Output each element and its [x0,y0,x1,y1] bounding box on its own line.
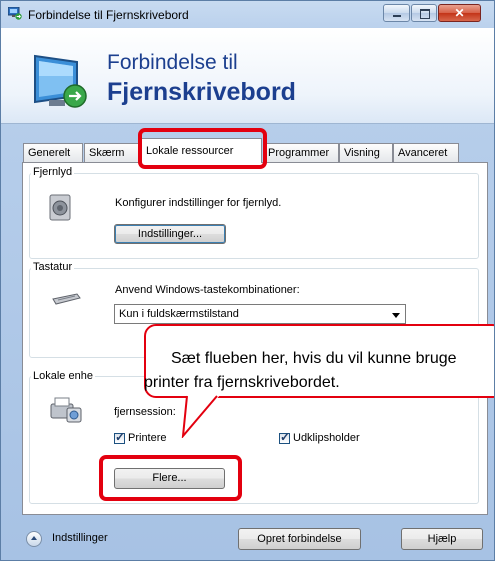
tab-avanceret[interactable]: Avanceret [393,143,459,163]
remote-desktop-monitor-icon [34,54,87,108]
options-toggle-button[interactable] [26,531,42,547]
speaker-icon [49,194,71,221]
group-tastatur-label: Tastatur [31,261,75,273]
chevron-up-icon [31,536,37,540]
tab-label: Visning [344,147,380,159]
callout-text-line2: printer fra fjernskrivebordet. [144,374,340,391]
tastatur-description: Anvend Windows-tastekombinationer: [115,284,300,296]
printere-checkbox[interactable]: ✓ [114,430,126,444]
rdp-window: Forbindelse til Fjernskrivebord ✕ Forbin… [0,0,495,561]
tab-skaerm[interactable]: Skærm [84,143,140,163]
window-title: Forbindelse til Fjernskrivebord [28,8,189,22]
group-fjernlyd [29,173,479,259]
tab-lokale-ressourcer[interactable]: Lokale ressourcer [141,138,262,163]
udklipsholder-label: Udklipsholder [293,432,360,444]
fjernlyd-description: Konfigurer indstillinger for fjernlyd. [115,197,282,209]
checkmark-icon: ✓ [280,430,291,444]
close-button[interactable]: ✕ [438,4,481,22]
remote-desktop-app-icon [8,7,22,20]
tab-label: Lokale ressourcer [146,145,234,157]
group-lokale-enheder-label: Lokale enhe [31,370,95,382]
group-fjernlyd-label: Fjernlyd [31,166,75,178]
tab-visning[interactable]: Visning [339,143,393,163]
local-devices-icon [50,397,82,423]
close-icon: ✕ [454,6,465,20]
dropdown-selected-value: Kun i fuldskærmstilstand [119,308,239,320]
lokale-enheder-description: fjernsession: [114,406,176,418]
maximize-icon [420,9,430,19]
tab-label: Avanceret [398,147,448,159]
tab-programmer[interactable]: Programmer [263,143,339,163]
checkmark-icon: ✓ [115,430,126,444]
connect-button[interactable]: Opret forbindelse [238,528,361,550]
chevron-down-icon [392,313,400,318]
printere-label: Printere [128,432,167,444]
keyboard-shortcuts-dropdown[interactable]: Kun i fuldskærmstilstand [114,304,406,324]
help-button[interactable]: Hjælp [401,528,483,550]
tab-generelt[interactable]: Generelt [23,143,83,163]
tab-label: Skærm [89,147,125,159]
minimize-icon [393,15,401,17]
title-bar[interactable]: Forbindelse til Fjernskrivebord ✕ [1,1,494,28]
more-devices-button[interactable]: Flere... [114,468,225,489]
maximize-button[interactable] [411,4,437,22]
keyboard-icon [52,293,81,305]
options-label[interactable]: Indstillinger [52,532,108,544]
header-title-line2: Fjernskrivebord [107,78,296,106]
tab-label: Programmer [268,147,330,159]
minimize-button[interactable] [383,4,410,22]
header-title-line1: Forbindelse til [107,51,238,74]
fjernlyd-settings-button[interactable]: Indstillinger... [114,224,226,244]
callout-line2-wrap: printer fra fjernskrivebordet. [144,364,494,398]
tab-label: Generelt [28,147,71,159]
udklipsholder-checkbox[interactable]: ✓ [279,430,291,444]
callout-pointer [181,394,221,438]
